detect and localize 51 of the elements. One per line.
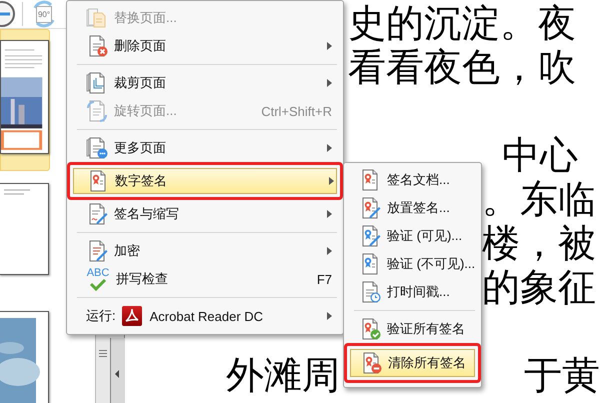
menu-item[interactable]: 删除页面	[71, 32, 339, 60]
menu-label: 删除页面	[114, 37, 167, 55]
menu-label: 验证 (可见)...	[387, 227, 464, 245]
menu-label: 裁剪页面	[114, 74, 167, 92]
menu-item[interactable]: 验证 (可见)...	[348, 222, 477, 250]
menu-label: 签名与缩写	[114, 205, 180, 223]
rotate-button[interactable]: 90°	[29, 0, 59, 28]
menu-label: 加密	[114, 242, 141, 260]
menu-item[interactable]: ABC 拼写检查 F7	[71, 265, 339, 293]
panel-handle[interactable]	[110, 338, 125, 403]
grip-icon[interactable]	[99, 350, 107, 358]
page-thumbnail[interactable]	[0, 29, 50, 171]
document-text: 看看夜色，吹	[348, 46, 576, 90]
menu-label: 放置签名...	[387, 199, 451, 217]
menu-item[interactable]: 更多页面	[71, 134, 339, 162]
document-text: 中心	[502, 134, 578, 178]
menu-item[interactable]: 验证所有签名	[348, 315, 477, 343]
document-text: 。东临	[482, 178, 596, 222]
rotate-page-icon	[86, 100, 108, 122]
more-pages-icon	[86, 137, 108, 159]
document-text: 于黄	[524, 354, 600, 398]
menu-label: 数字签名	[115, 172, 168, 190]
document-text: 史的沉淀。夜	[348, 2, 576, 46]
replace-page-icon	[86, 7, 108, 29]
menu-item[interactable]: 验证 (不可见)...	[348, 250, 477, 278]
menu-label: 签名文档...	[387, 171, 451, 189]
menu-item[interactable]: 清除所有签名	[344, 343, 481, 383]
menu-item[interactable]: 签名文档...	[348, 166, 477, 194]
menu-label: 验证 (不可见)...	[387, 255, 476, 273]
menu-label: 验证所有签名	[387, 320, 466, 338]
shortcut-label: F7	[316, 272, 332, 286]
menu-item[interactable]: 裁剪页面	[71, 69, 339, 97]
document-text: 楼，被	[482, 222, 596, 266]
menu-label: 更多页面	[114, 139, 167, 157]
document-text: 的象征	[482, 266, 596, 310]
shortcut-label: Ctrl+Shift+R	[261, 104, 332, 118]
menu-item[interactable]: 放置签名...	[348, 194, 477, 222]
menu-label: 清除所有签名	[388, 354, 467, 372]
menu-item[interactable]: 加密	[71, 237, 339, 265]
menu-item[interactable]: 运行: Acrobat Reader DC	[71, 302, 339, 330]
run-label: 运行:	[86, 307, 116, 325]
menu-item[interactable]: 打时间戳...	[348, 278, 477, 306]
menu-label: 拼写检查	[116, 270, 169, 288]
menu-label: 打时间戳...	[387, 283, 451, 301]
menu-item[interactable]: 数字签名	[67, 162, 343, 200]
menu-label: 旋转页面...	[114, 102, 178, 120]
document-text: 外滩周	[226, 354, 340, 398]
menu-item[interactable]: 签名与缩写	[71, 200, 339, 228]
menu-label: 替换页面...	[114, 9, 178, 27]
app-icon	[122, 306, 142, 326]
app-name: Acrobat Reader DC	[150, 308, 264, 324]
